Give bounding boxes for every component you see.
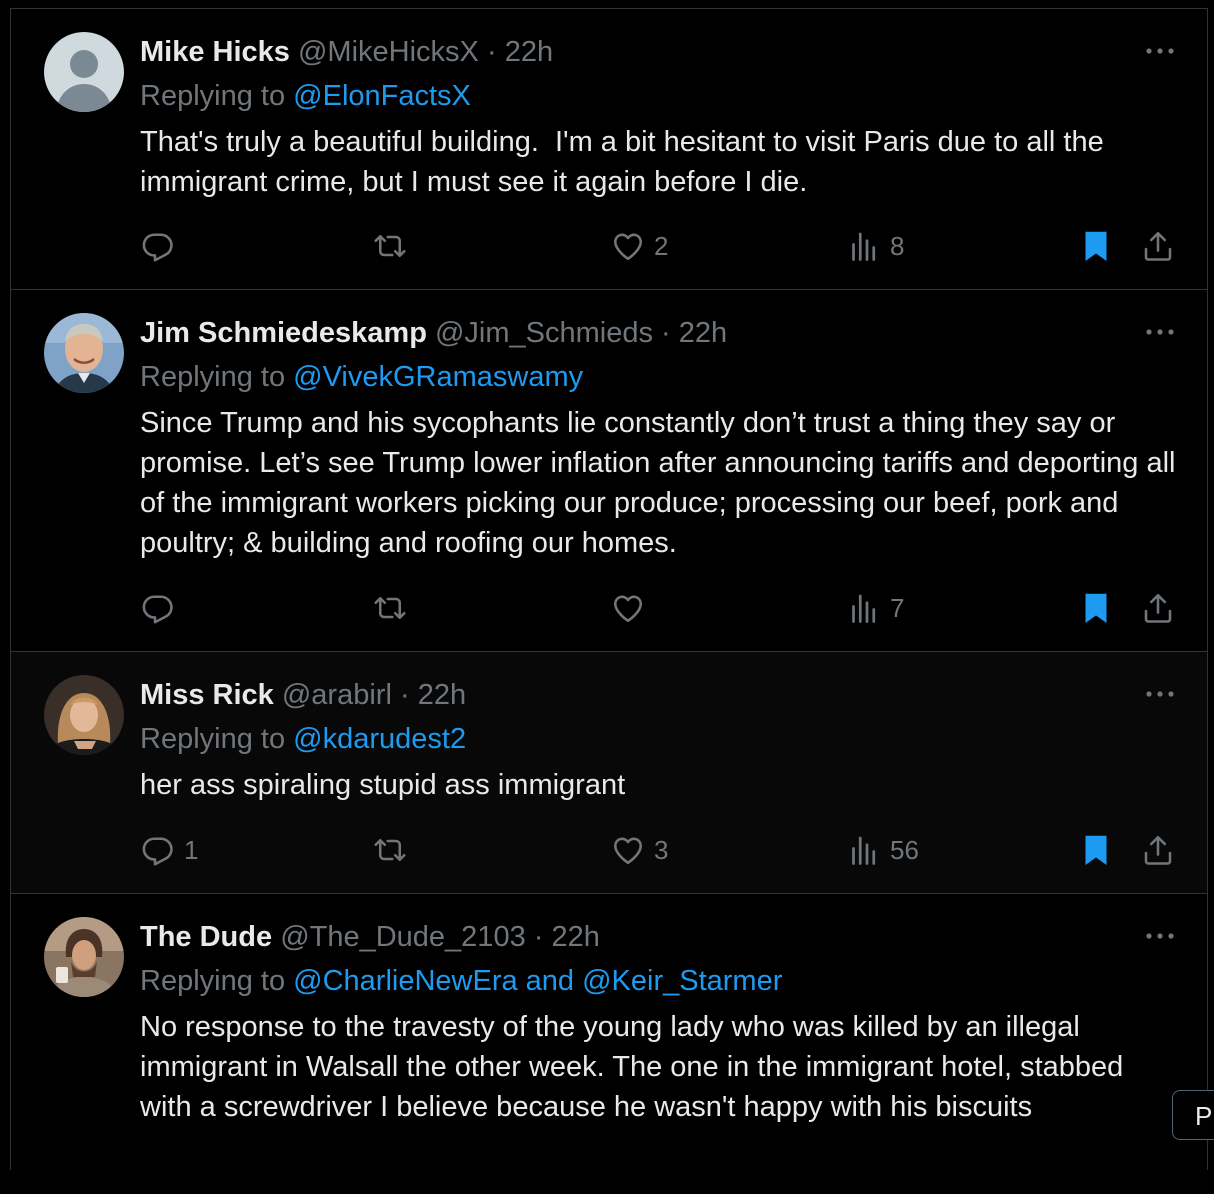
heart-icon [610, 228, 646, 264]
author-handle[interactable]: @The_Dude_2103 [280, 921, 526, 953]
bookmark-button[interactable] [1078, 830, 1114, 870]
timestamp[interactable]: 22h [505, 36, 553, 68]
more-icon[interactable] [1143, 682, 1177, 706]
retweet-button[interactable] [372, 226, 416, 266]
more-icon[interactable] [1143, 320, 1177, 344]
timestamp[interactable]: 22h [418, 679, 466, 711]
replying-to: Replying to @CharlieNewEra and @Keir_Sta… [140, 964, 782, 998]
action-bar: 1 3 56 [140, 830, 1180, 870]
replying-to-link[interactable]: @VivekGRamaswamy [293, 361, 583, 393]
replying-to: Replying to @kdarudest2 [140, 722, 466, 756]
tweet-miss-rick[interactable]: Miss Rick @arabirl · 22h Replying to @kd… [11, 652, 1207, 894]
author-name[interactable]: Jim Schmiedeskamp [140, 317, 427, 349]
avatar[interactable] [44, 313, 124, 393]
retweet-icon [372, 228, 408, 264]
heart-icon [610, 832, 646, 868]
timestamp[interactable]: 22h [552, 921, 600, 953]
tweet-jim-schmiedeskamp[interactable]: Jim Schmiedeskamp @Jim_Schmieds · 22h Re… [11, 290, 1207, 652]
avatar[interactable] [44, 675, 124, 755]
tweet-text: No response to the travesty of the young… [140, 1011, 1132, 1123]
bookmark-icon [1078, 832, 1114, 868]
retweet-button[interactable] [372, 830, 416, 870]
views-button[interactable]: 8 [846, 226, 904, 266]
views-icon [846, 832, 882, 868]
retweet-icon [372, 832, 408, 868]
replying-to: Replying to @VivekGRamaswamy [140, 360, 583, 394]
share-icon [1140, 832, 1176, 868]
views-icon [846, 228, 882, 264]
retweet-button[interactable] [372, 588, 416, 628]
reply-button[interactable] [140, 226, 184, 266]
separator-dot: · [533, 921, 544, 953]
avatar[interactable] [44, 917, 124, 997]
reply-icon [140, 590, 176, 626]
reply-count: 1 [184, 834, 199, 865]
reply-button[interactable] [140, 588, 184, 628]
more-icon[interactable] [1143, 924, 1177, 948]
author-handle[interactable]: @Jim_Schmieds [435, 317, 653, 349]
author-handle[interactable]: @arabirl [282, 679, 392, 711]
like-button[interactable]: 2 [610, 226, 668, 266]
tweet-the-dude[interactable]: The Dude @The_Dude_2103 · 22h Replying t… [11, 894, 1207, 1194]
author-name[interactable]: The Dude [140, 921, 272, 953]
replying-label: Replying to [140, 723, 286, 755]
heart-icon [610, 590, 646, 626]
reply-icon [140, 228, 176, 264]
share-icon [1140, 228, 1176, 264]
replying-label: Replying to [140, 965, 286, 997]
views-button[interactable]: 56 [846, 830, 919, 870]
replying-to-link[interactable]: @ElonFactsX [293, 80, 471, 112]
like-button[interactable] [610, 588, 654, 628]
views-count: 7 [890, 592, 905, 623]
share-button[interactable] [1140, 588, 1176, 628]
reply-feed: Mike Hicks @MikeHicksX · 22h Replying to… [10, 8, 1208, 1170]
tweet-header: Jim Schmiedeskamp @Jim_Schmieds · 22h [140, 316, 727, 350]
timestamp[interactable]: 22h [679, 317, 727, 349]
views-count: 8 [890, 230, 905, 261]
replying-to-link[interactable]: @CharlieNewEra and @Keir_Starmer [293, 965, 782, 997]
tweet-header: The Dude @The_Dude_2103 · 22h [140, 920, 600, 954]
author-name[interactable]: Miss Rick [140, 679, 274, 711]
separator-dot: · [399, 679, 410, 711]
more-icon[interactable] [1143, 39, 1177, 63]
replying-to: Replying to @ElonFactsX [140, 79, 471, 113]
share-icon [1140, 590, 1176, 626]
views-count: 56 [890, 834, 919, 865]
views-button[interactable]: 7 [846, 588, 904, 628]
like-count: 3 [654, 834, 669, 865]
bookmark-icon [1078, 228, 1114, 264]
like-button[interactable]: 3 [610, 830, 668, 870]
replying-label: Replying to [140, 361, 286, 393]
tweet-header: Mike Hicks @MikeHicksX · 22h [140, 35, 553, 69]
tweet-text: Since Trump and his sycophants lie const… [140, 407, 1184, 559]
replying-label: Replying to [140, 80, 286, 112]
views-icon [846, 590, 882, 626]
tweet-header: Miss Rick @arabirl · 22h [140, 678, 466, 712]
like-count: 2 [654, 230, 669, 261]
bookmark-icon [1078, 590, 1114, 626]
bookmark-button[interactable] [1078, 588, 1114, 628]
tweet-text: That's truly a beautiful building. I'm a… [140, 126, 1112, 198]
author-name[interactable]: Mike Hicks [140, 36, 290, 68]
author-handle[interactable]: @MikeHicksX [298, 36, 479, 68]
floating-side-button[interactable]: P [1172, 1090, 1214, 1140]
reply-button[interactable]: 1 [140, 830, 198, 870]
separator-dot: · [486, 36, 497, 68]
bookmark-button[interactable] [1078, 226, 1114, 266]
separator-dot: · [661, 317, 671, 349]
action-bar: 2 8 [140, 226, 1180, 266]
share-button[interactable] [1140, 226, 1176, 266]
tweet-mike-hicks[interactable]: Mike Hicks @MikeHicksX · 22h Replying to… [11, 9, 1207, 290]
retweet-icon [372, 590, 408, 626]
share-button[interactable] [1140, 830, 1176, 870]
replying-to-link[interactable]: @kdarudest2 [293, 723, 466, 755]
action-bar: 7 [140, 588, 1180, 628]
avatar[interactable] [44, 32, 124, 112]
tweet-text: her ass spiraling stupid ass immigrant [140, 769, 626, 801]
reply-icon [140, 832, 176, 868]
